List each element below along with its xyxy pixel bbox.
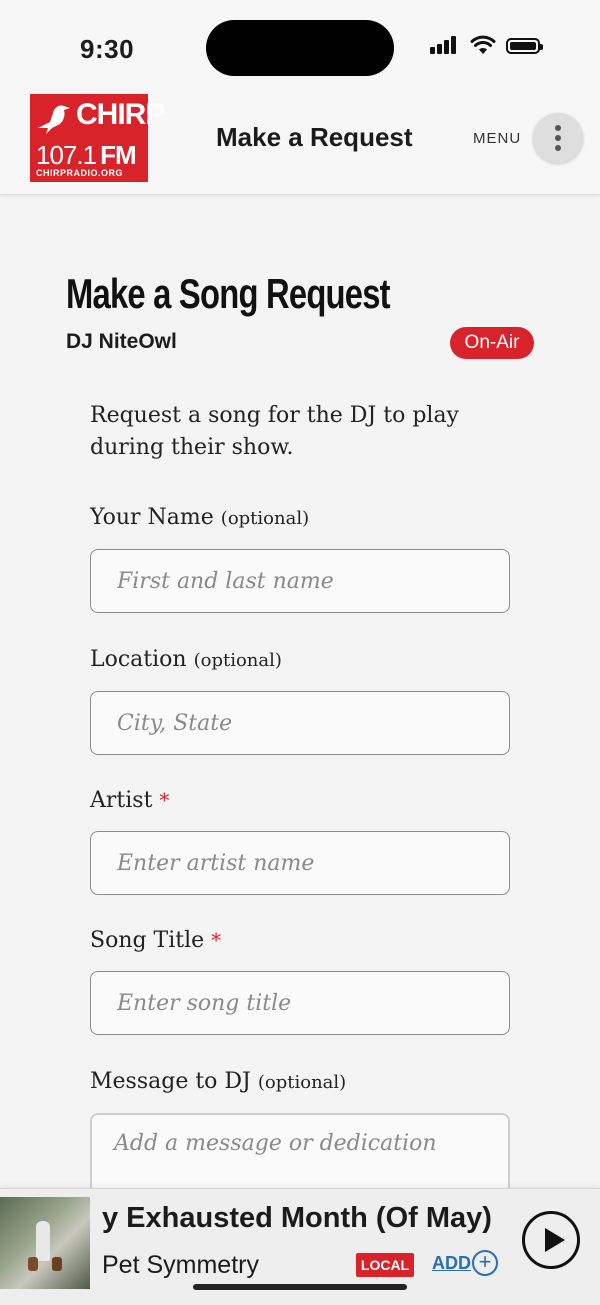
location-label: Location (optional) [90,647,282,672]
add-plus-icon[interactable]: + [472,1250,498,1276]
app-header: CHIRP 107.1 FM CHIRPRADIO.ORG Make a Requ… [0,90,600,195]
song-title-field[interactable] [90,971,510,1035]
home-indicator [193,1284,407,1290]
name-field[interactable] [90,549,510,613]
message-label: Message to DJ (optional) [90,1069,347,1094]
local-badge: LOCAL [356,1253,414,1277]
dj-name: DJ NiteOwl [66,330,177,353]
name-input[interactable] [115,550,499,612]
wifi-icon [470,35,496,54]
logo-name: CHIRP [76,98,165,131]
logo-url: CHIRPRADIO.ORG [36,168,124,178]
logo-frequency: 107.1 FM [36,140,137,170]
song-title-input[interactable] [115,972,499,1034]
intro-text: Request a song for the DJ to play during… [90,403,459,460]
page-title: Make a Request [216,122,413,152]
play-button[interactable] [522,1211,580,1269]
song-title-label: Song Title * [90,928,222,953]
name-label: Your Name (optional) [90,505,310,530]
album-art [0,1197,90,1289]
now-playing-artist: Pet Symmetry [102,1251,259,1279]
add-button[interactable]: ADD [432,1253,471,1274]
artist-input[interactable] [115,832,499,894]
status-time: 9:30 [80,34,135,64]
cellular-signal-icon [430,36,458,54]
location-input[interactable] [115,692,499,754]
artist-field[interactable] [90,831,510,895]
status-bar: 9:30 [0,0,600,90]
request-heading: Make a Song Request [66,270,391,317]
bird-icon [38,105,70,134]
menu-button[interactable] [533,113,583,163]
battery-icon [506,38,543,54]
on-air-badge: On-Air [450,327,534,359]
location-field[interactable] [90,691,510,755]
chirp-logo[interactable]: CHIRP 107.1 FM CHIRPRADIO.ORG [30,94,165,182]
dynamic-island [206,20,394,76]
artist-label: Artist * [90,788,170,813]
menu-label[interactable]: MENU [473,130,521,147]
now-playing-song: y Exhausted Month (Of May) [102,1202,492,1234]
